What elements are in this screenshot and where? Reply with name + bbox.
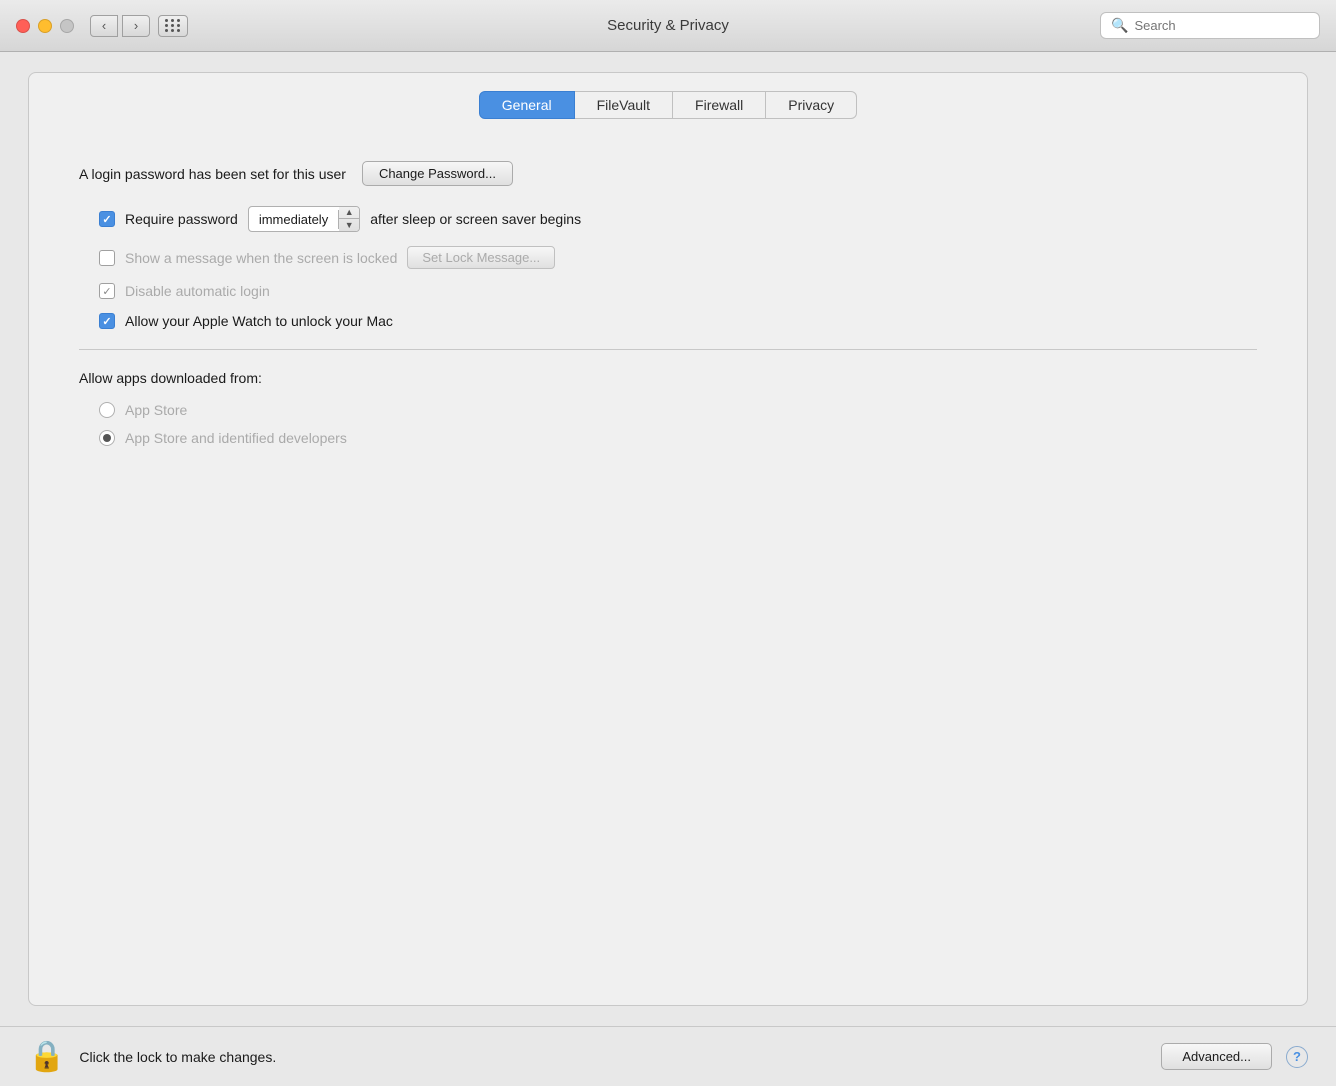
search-bar: 🔍 bbox=[1100, 12, 1320, 39]
stepper-up[interactable]: ▲ bbox=[339, 207, 359, 219]
options-section: Require password immediately ▲ ▼ after s… bbox=[99, 206, 1257, 329]
disable-login-checkbox[interactable] bbox=[99, 283, 115, 299]
apple-watch-label: Allow your Apple Watch to unlock your Ma… bbox=[125, 313, 393, 329]
show-message-row: Show a message when the screen is locked… bbox=[99, 246, 1257, 269]
back-button[interactable]: ‹ bbox=[90, 15, 118, 37]
tab-filevault[interactable]: FileVault bbox=[575, 91, 673, 119]
minimize-button[interactable] bbox=[38, 19, 52, 33]
radio-app-store-row: App Store bbox=[99, 402, 1257, 418]
close-button[interactable] bbox=[16, 19, 30, 33]
disable-login-label: Disable automatic login bbox=[125, 283, 270, 299]
stepper-arrows: ▲ ▼ bbox=[339, 207, 359, 231]
panel-body: A login password has been set for this u… bbox=[29, 133, 1307, 1005]
radio-app-store-identified-label: App Store and identified developers bbox=[125, 430, 347, 446]
titlebar: ‹ › Security & Privacy 🔍 bbox=[0, 0, 1336, 52]
traffic-lights bbox=[16, 19, 74, 33]
apple-watch-row: Allow your Apple Watch to unlock your Ma… bbox=[99, 313, 1257, 329]
lock-icon[interactable]: 🔒 bbox=[28, 1039, 65, 1074]
require-password-row: Require password immediately ▲ ▼ after s… bbox=[99, 206, 1257, 232]
grid-view-button[interactable] bbox=[158, 15, 188, 37]
forward-button[interactable]: › bbox=[122, 15, 150, 37]
require-password-suffix: after sleep or screen saver begins bbox=[370, 211, 581, 227]
radio-app-store[interactable] bbox=[99, 402, 115, 418]
apple-watch-checkbox[interactable] bbox=[99, 313, 115, 329]
stepper-down[interactable]: ▼ bbox=[339, 219, 359, 231]
require-password-checkbox[interactable] bbox=[99, 211, 115, 227]
section-divider bbox=[79, 349, 1257, 350]
help-button[interactable]: ? bbox=[1286, 1046, 1308, 1068]
search-input[interactable] bbox=[1134, 18, 1309, 33]
login-password-row: A login password has been set for this u… bbox=[79, 161, 1257, 186]
grid-icon bbox=[165, 19, 181, 32]
main-content: General FileVault Firewall Privacy A log… bbox=[0, 52, 1336, 1026]
change-password-button[interactable]: Change Password... bbox=[362, 161, 513, 186]
require-password-label: Require password bbox=[125, 211, 238, 227]
tab-firewall[interactable]: Firewall bbox=[673, 91, 766, 119]
login-password-label: A login password has been set for this u… bbox=[79, 166, 346, 182]
disable-login-row: Disable automatic login bbox=[99, 283, 1257, 299]
window-title: Security & Privacy bbox=[607, 17, 729, 34]
stepper-value: immediately bbox=[249, 210, 339, 229]
require-password-stepper[interactable]: immediately ▲ ▼ bbox=[248, 206, 360, 232]
lock-text: Click the lock to make changes. bbox=[79, 1049, 276, 1065]
radio-app-store-identified-row: App Store and identified developers bbox=[99, 430, 1257, 446]
search-icon: 🔍 bbox=[1111, 17, 1128, 34]
allow-apps-title: Allow apps downloaded from: bbox=[79, 370, 1257, 386]
show-message-checkbox[interactable] bbox=[99, 250, 115, 266]
advanced-button[interactable]: Advanced... bbox=[1161, 1043, 1272, 1070]
tab-general[interactable]: General bbox=[479, 91, 575, 119]
radio-app-store-identified[interactable] bbox=[99, 430, 115, 446]
show-message-label: Show a message when the screen is locked bbox=[125, 250, 397, 266]
nav-buttons: ‹ › bbox=[90, 15, 150, 37]
tabs-row: General FileVault Firewall Privacy bbox=[29, 73, 1307, 133]
radio-options: App Store App Store and identified devel… bbox=[99, 402, 1257, 446]
radio-app-store-label: App Store bbox=[125, 402, 187, 418]
bottom-bar: 🔒 Click the lock to make changes. Advanc… bbox=[0, 1026, 1336, 1086]
panel: General FileVault Firewall Privacy A log… bbox=[28, 72, 1308, 1006]
allow-apps-section: Allow apps downloaded from: App Store Ap… bbox=[79, 370, 1257, 446]
set-lock-message-button: Set Lock Message... bbox=[407, 246, 555, 269]
tab-privacy[interactable]: Privacy bbox=[766, 91, 857, 119]
maximize-button[interactable] bbox=[60, 19, 74, 33]
